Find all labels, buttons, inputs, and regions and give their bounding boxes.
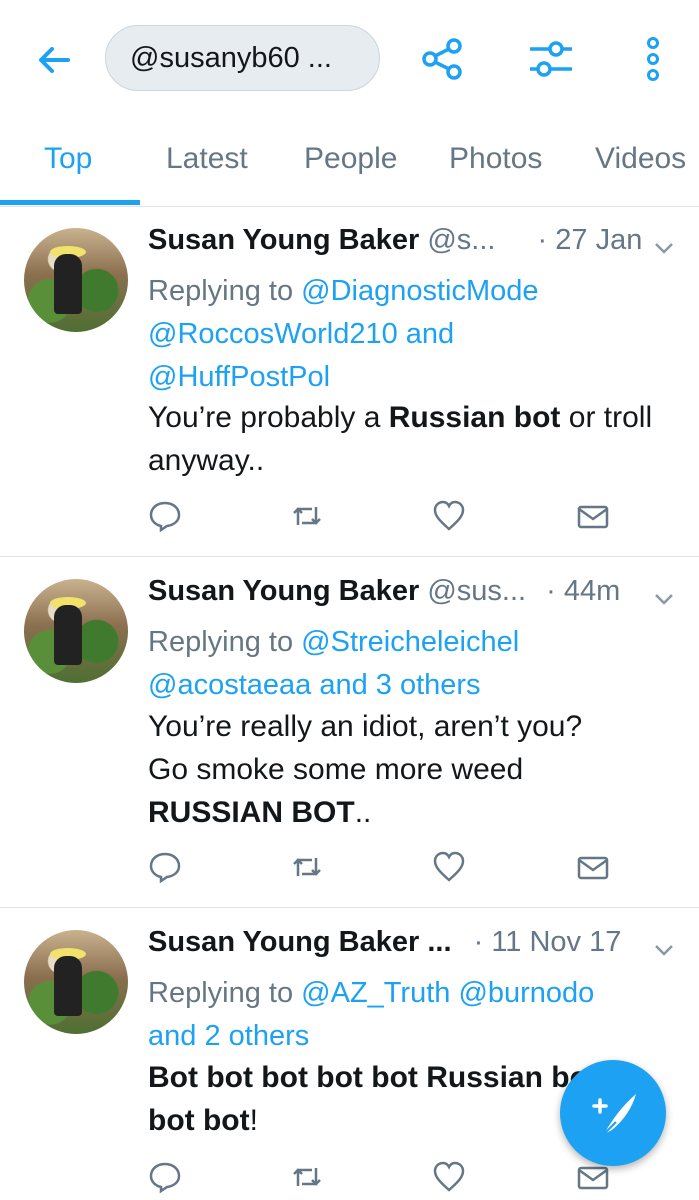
reply-icon[interactable]	[148, 1160, 182, 1194]
handle: @s...	[427, 224, 496, 256]
avatar[interactable]	[24, 579, 128, 683]
tweet-header: Susan Young Baker @s... · 27 Jan	[148, 224, 642, 257]
chevron-down-icon[interactable]	[652, 236, 676, 260]
text-segment: or troll	[560, 401, 653, 434]
top-bar: @susanyb60 ...	[0, 0, 699, 118]
message-icon[interactable]	[576, 850, 610, 884]
mention-link[interactable]: @DiagnosticMode	[301, 275, 538, 307]
tab-top[interactable]: Top	[44, 142, 92, 176]
like-icon[interactable]	[432, 1160, 466, 1194]
tab-latest[interactable]: Latest	[166, 142, 248, 176]
display-name[interactable]: Susan Young Baker ...	[148, 926, 452, 958]
reply-icon[interactable]	[148, 850, 182, 884]
tab-videos[interactable]: Videos	[595, 142, 686, 176]
retweet-icon[interactable]	[290, 850, 324, 884]
compose-icon	[592, 1094, 636, 1135]
tweet-header: Susan Young Baker ... · 11 Nov 17	[148, 926, 621, 959]
avatar[interactable]	[24, 228, 128, 332]
mention-link[interactable]: @Streicheleichel	[301, 626, 519, 658]
chevron-down-icon[interactable]	[652, 938, 676, 962]
timestamp: 11 Nov 17	[491, 926, 622, 958]
text-segment: anyway..	[148, 444, 265, 477]
separator-dot: ·	[546, 575, 556, 607]
separator-dot: ·	[537, 224, 548, 256]
text-segment: Go smoke some more weed	[148, 753, 524, 786]
tweet-text: You’re really an idiot, aren’t you? Go s…	[148, 705, 678, 834]
compose-button[interactable]	[560, 1060, 666, 1166]
reply-prefix: Replying to	[148, 626, 294, 658]
search-tabs: Top Latest People Photos Videos	[0, 118, 699, 207]
tab-photos[interactable]: Photos	[449, 142, 542, 176]
reply-context: Replying to @Streicheleichel @acostaeaa …	[148, 621, 678, 707]
text-segment: You’re really an idiot, aren’t you?	[148, 710, 583, 743]
text-segment: ..	[354, 796, 372, 829]
back-arrow-icon[interactable]	[30, 36, 78, 84]
separator-dot: ·	[473, 926, 484, 958]
text-segment: !	[249, 1104, 258, 1137]
retweet-icon[interactable]	[290, 1160, 324, 1194]
display-name[interactable]: Susan Young Baker	[148, 575, 419, 607]
tweet-actions	[148, 850, 628, 890]
timestamp: 27 Jan	[555, 224, 643, 256]
like-icon[interactable]	[432, 850, 466, 884]
tweet[interactable]: Susan Young Baker @sus... · 44m Replying…	[0, 557, 699, 908]
reply-prefix: Replying to	[148, 275, 294, 307]
tweet-actions	[148, 499, 628, 539]
like-icon[interactable]	[432, 499, 466, 533]
mention-link[interactable]: and 2 others	[148, 1020, 309, 1052]
reply-icon[interactable]	[148, 499, 182, 533]
tweet-text: You’re probably a Russian bot or troll a…	[148, 396, 678, 482]
text-segment: You’re probably a	[148, 401, 389, 434]
reply-prefix: Replying to	[148, 977, 294, 1009]
message-icon[interactable]	[576, 499, 610, 533]
more-icon[interactable]	[628, 34, 678, 84]
bold-text: bot bot	[148, 1104, 250, 1137]
reply-context: Replying to @DiagnosticMode @RoccosWorld…	[148, 270, 678, 399]
timestamp: 44m	[563, 575, 621, 607]
handle: @sus...	[427, 575, 527, 607]
filter-icon[interactable]	[526, 34, 576, 84]
tab-people[interactable]: People	[304, 142, 397, 176]
share-icon[interactable]	[418, 34, 468, 84]
mention-link[interactable]: @acostaeaa and 3 others	[148, 669, 481, 701]
search-input[interactable]: @susanyb60 ...	[105, 25, 380, 91]
mention-link[interactable]: @RoccosWorld210 and	[148, 318, 454, 350]
search-query: @susanyb60 ...	[130, 41, 332, 74]
display-name[interactable]: Susan Young Baker	[148, 224, 419, 256]
tweet-actions	[148, 1160, 628, 1200]
avatar[interactable]	[24, 930, 128, 1034]
mention-link[interactable]: @AZ_Truth @burnodo	[301, 977, 594, 1009]
tweet-header: Susan Young Baker @sus... · 44m	[148, 575, 620, 608]
active-tab-indicator	[0, 200, 140, 205]
reply-context: Replying to @AZ_Truth @burnodo and 2 oth…	[148, 972, 678, 1058]
bold-text: Bot bot bot bot bot Russian bo	[148, 1061, 588, 1094]
tweet[interactable]: Susan Young Baker @s... · 27 Jan Replyin…	[0, 206, 699, 557]
mention-link[interactable]: @HuffPostPol	[148, 361, 330, 393]
bold-text: Russian bot	[388, 401, 561, 434]
retweet-icon[interactable]	[290, 499, 324, 533]
bold-text: RUSSIAN BOT	[148, 796, 355, 829]
chevron-down-icon[interactable]	[652, 587, 676, 611]
